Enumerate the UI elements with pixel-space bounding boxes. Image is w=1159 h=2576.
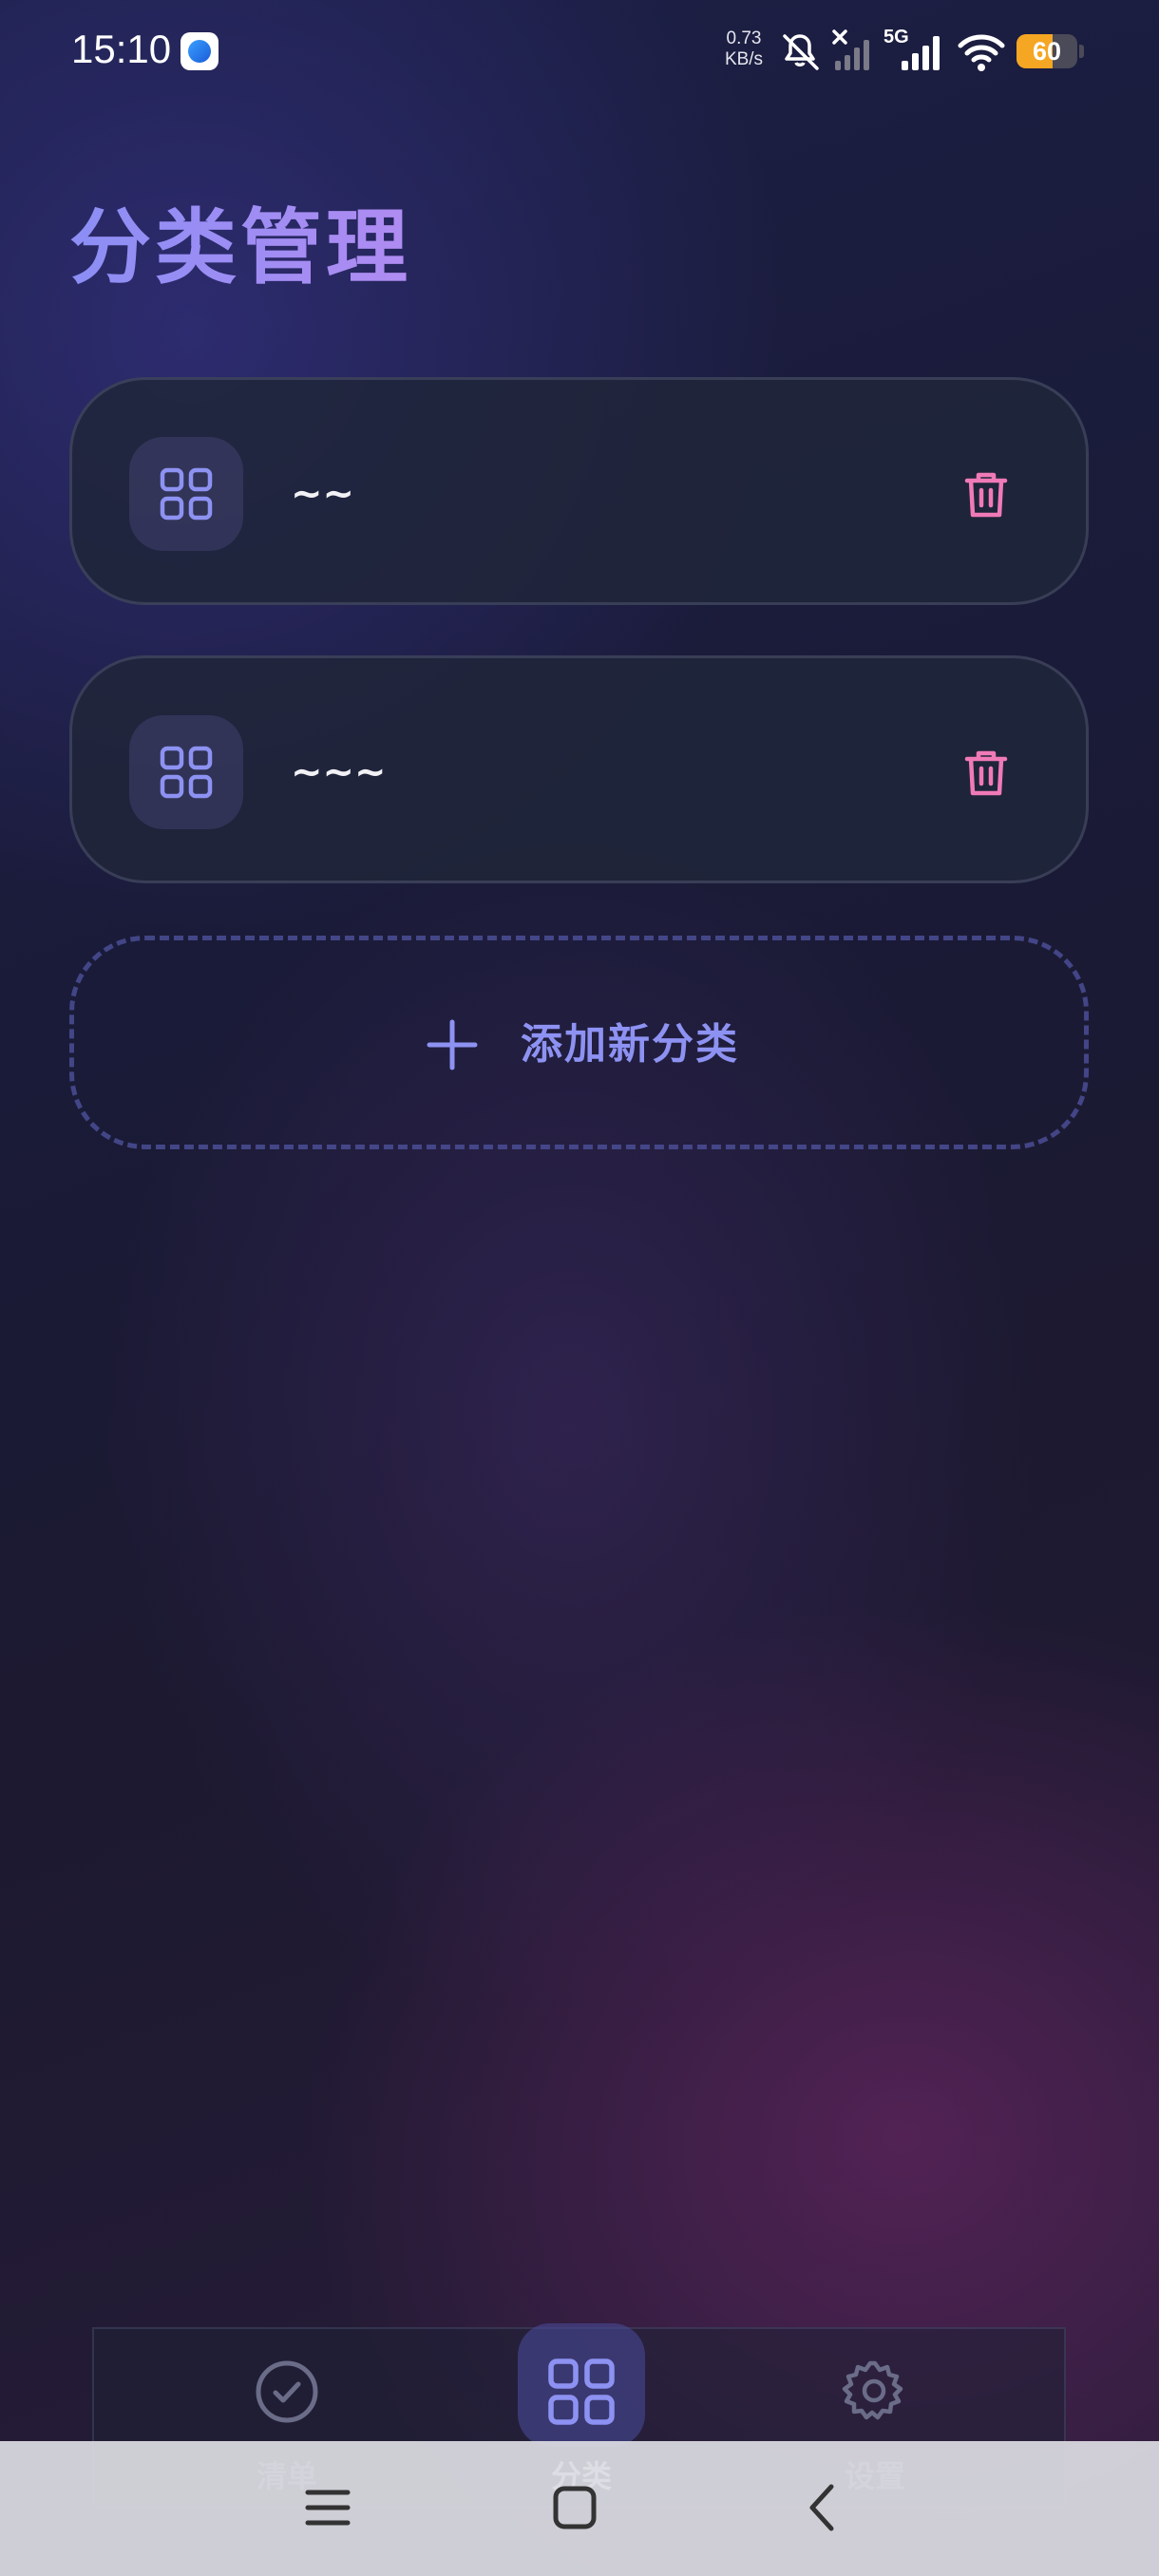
- page-title: 分类管理: [69, 180, 411, 299]
- bell-muted-icon: [783, 34, 819, 70]
- home-icon[interactable]: [551, 2479, 598, 2536]
- signal-no-service-icon: [832, 29, 869, 70]
- system-nav-bar: [0, 2441, 1159, 2576]
- category-card[interactable]: ~~: [69, 377, 1089, 605]
- grid-icon: [548, 2358, 615, 2425]
- battery-icon: 60: [1016, 34, 1077, 68]
- trash-icon: [964, 472, 1008, 518]
- battery-level: 60: [1032, 37, 1062, 66]
- category-icon-box: [129, 715, 243, 829]
- trash-icon: [964, 750, 1008, 796]
- network-speed-value: 0.73: [726, 28, 762, 48]
- grid-icon: [160, 746, 213, 799]
- category-card[interactable]: ~~~: [69, 655, 1089, 883]
- network-speed: 0.73 KB/s: [720, 28, 768, 70]
- menu-icon[interactable]: [304, 2479, 352, 2536]
- category-name: ~~: [291, 472, 355, 516]
- battery-cap: [1079, 45, 1084, 58]
- app-notification-icon: [180, 32, 218, 70]
- signal-strength-icon: [902, 36, 940, 70]
- add-category-label: 添加新分类: [521, 1020, 739, 1069]
- delete-category-button[interactable]: [953, 461, 1019, 527]
- add-category-button[interactable]: 添加新分类: [69, 936, 1089, 1149]
- category-name: ~~~: [291, 750, 387, 794]
- back-icon[interactable]: [803, 2479, 841, 2536]
- status-bar: 15:10 0.73 KB/s 5G 60: [0, 0, 1159, 104]
- check-circle-icon: [256, 2360, 318, 2423]
- plus-icon: [427, 1019, 478, 1070]
- gear-icon: [842, 2360, 903, 2420]
- grid-icon: [160, 467, 213, 521]
- delete-category-button[interactable]: [953, 739, 1019, 805]
- wifi-icon: [958, 34, 1005, 71]
- network-speed-unit: KB/s: [724, 49, 764, 69]
- status-time: 15:10: [71, 27, 172, 71]
- category-icon-box: [129, 437, 243, 551]
